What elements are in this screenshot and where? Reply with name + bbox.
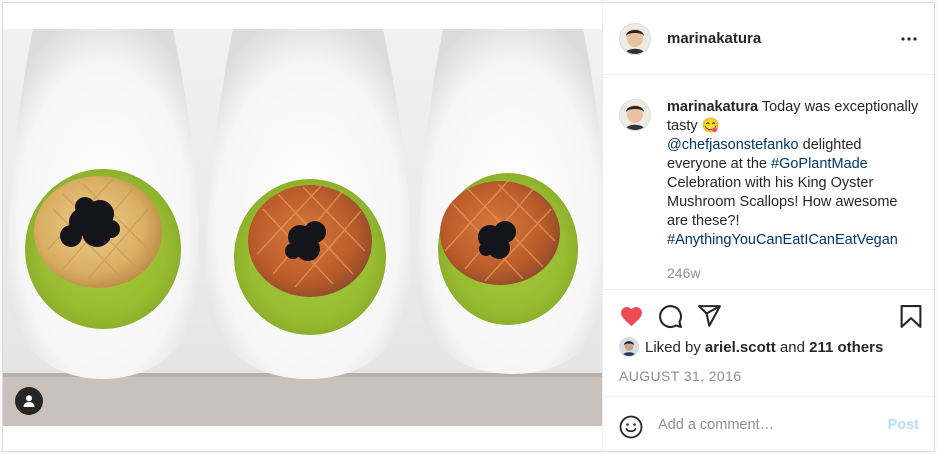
- smiley-icon: [619, 415, 643, 439]
- bookmark-icon: [900, 305, 922, 328]
- likes-others[interactable]: 211 others: [809, 339, 883, 356]
- avatar-image: [620, 100, 650, 130]
- comment-button[interactable]: [658, 304, 683, 334]
- avatar-image: [620, 23, 650, 54]
- author-avatar[interactable]: [619, 22, 651, 55]
- caption-mention[interactable]: @chefjasonstefanko: [667, 137, 799, 153]
- liker-username[interactable]: ariel.scott: [705, 339, 776, 356]
- more-dots-icon: [901, 37, 917, 41]
- post-time-ago[interactable]: 246w: [667, 265, 700, 281]
- share-button[interactable]: [697, 303, 722, 333]
- emoji-button[interactable]: [619, 415, 643, 444]
- caption-emoji: 😋: [701, 118, 720, 134]
- comment-input[interactable]: [658, 411, 878, 439]
- post-date[interactable]: AUGUST 31, 2016: [619, 368, 741, 384]
- like-button[interactable]: [619, 304, 644, 332]
- scallops-photo: [3, 29, 602, 426]
- tagged-users-button[interactable]: [15, 387, 43, 415]
- likes-middle: and: [775, 338, 810, 356]
- likes-prefix: Liked by: [645, 338, 701, 356]
- paper-plane-icon: [698, 305, 721, 327]
- caption-text: Celebration with his King Oyster Mushroo…: [667, 175, 898, 229]
- post-sidebar: marinakatura marinakatura Today was exce…: [602, 3, 934, 451]
- liker-avatar[interactable]: [619, 337, 639, 357]
- instagram-post: marinakatura marinakatura Today was exce…: [2, 2, 935, 452]
- caption-avatar[interactable]: [619, 99, 651, 131]
- save-button[interactable]: [900, 304, 922, 334]
- likes-summary: Liked by ariel.scott and 211 others: [619, 336, 883, 358]
- user-tag-icon: [23, 395, 35, 407]
- post-photo[interactable]: [3, 29, 602, 426]
- more-options-button[interactable]: [899, 29, 919, 49]
- post-caption: marinakatura Today was exceptionally tas…: [667, 98, 919, 250]
- avatar-image: [620, 338, 638, 356]
- post-media: [3, 3, 602, 451]
- caption-hashtag[interactable]: #GoPlantMade: [771, 156, 868, 172]
- comments-section: marinakatura Today was exceptionally tas…: [603, 75, 934, 289]
- heart-filled-icon: [621, 306, 642, 327]
- post-comment-button[interactable]: Post: [888, 417, 919, 433]
- post-actions: [603, 289, 934, 339]
- post-header: marinakatura: [603, 3, 934, 75]
- add-comment-bar: Post: [603, 396, 934, 451]
- caption-username[interactable]: marinakatura: [667, 99, 758, 115]
- caption-hashtag[interactable]: #AnythingYouCanEatICanEatVegan: [667, 232, 898, 248]
- comment-bubble-icon: [659, 305, 682, 328]
- author-username[interactable]: marinakatura: [667, 30, 761, 47]
